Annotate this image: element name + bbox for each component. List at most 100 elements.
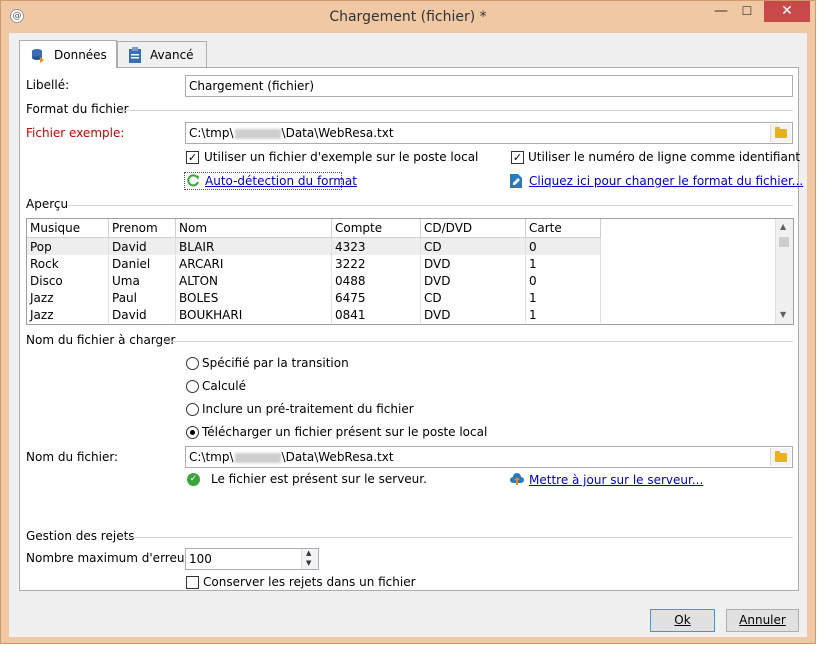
use-line-number-label: Utiliser le numéro de ligne comme identi… <box>528 150 801 164</box>
table-cell: ALTON <box>175 272 332 289</box>
auto-detect-link[interactable]: Auto-détection du format <box>205 174 357 188</box>
table-cell: Paul <box>108 289 176 306</box>
col-header[interactable]: Compte <box>331 219 421 238</box>
scroll-up-arrow-icon[interactable]: ▲ <box>780 222 786 231</box>
table-cell: 0 <box>525 272 601 289</box>
table-cell: Uma <box>108 272 176 289</box>
table-cell: 3222 <box>331 255 421 272</box>
cancel-button[interactable]: Annuler <box>726 609 799 632</box>
close-button[interactable]: ✕ <box>764 1 810 22</box>
table-cell: BLAIR <box>175 237 332 255</box>
preview-header-row: Musique Prenom Nom Compte CD/DVD Carte <box>27 219 601 238</box>
redacted-segment <box>234 128 281 139</box>
format-section-title: Format du fichier <box>26 102 129 116</box>
table-cell: DVD <box>420 255 526 272</box>
table-cell: David <box>108 306 176 323</box>
keep-rejects-label: Conserver les rejets dans un fichier <box>203 575 416 589</box>
col-header[interactable]: CD/DVD <box>420 219 526 238</box>
use-line-number-checkbox[interactable]: ✓ <box>511 151 524 164</box>
cancel-button-label: Annuler <box>739 613 786 627</box>
table-row[interactable]: Rock Daniel ARCARI 3222 DVD 1 <box>27 255 601 272</box>
table-row[interactable]: Jazz David BOUKHARI 0841 DVD 1 <box>27 306 601 323</box>
radio-calculated-label: Calculé <box>202 379 246 393</box>
file-status-text: Le fichier est présent sur le serveur. <box>211 472 427 486</box>
browse-sample-button[interactable] <box>770 124 791 142</box>
radio-preprocess[interactable] <box>186 403 199 416</box>
table-row[interactable]: Pop David BLAIR 4323 CD 0 <box>27 237 601 255</box>
radio-upload-local[interactable] <box>186 426 199 439</box>
preview-scrollbar[interactable]: ▲ ▼ <box>775 219 793 324</box>
table-cell: Daniel <box>108 255 176 272</box>
refresh-icon <box>187 174 199 187</box>
load-section-divider <box>163 341 793 342</box>
table-cell: CD <box>420 289 526 306</box>
tab-panel-donnees <box>19 67 799 591</box>
tab-avance[interactable]: Avancé <box>117 41 207 67</box>
scroll-thumb[interactable] <box>779 237 789 247</box>
col-header[interactable]: Carte <box>525 219 601 238</box>
table-cell: Jazz <box>27 289 109 306</box>
col-header[interactable]: Musique <box>27 219 109 238</box>
table-cell: Rock <box>27 255 109 272</box>
table-cell: CD <box>420 237 526 255</box>
folder-icon <box>775 451 787 462</box>
table-cell: 0841 <box>331 306 421 323</box>
table-cell: Disco <box>27 272 109 289</box>
table-cell: BOUKHARI <box>175 306 332 323</box>
spin-down-icon[interactable]: ▼ <box>306 559 311 568</box>
maximize-button[interactable]: ☐ <box>734 1 760 22</box>
max-errors-input[interactable]: 100 ▲ ▼ <box>185 548 319 570</box>
table-cell: Jazz <box>27 306 109 323</box>
table-row[interactable]: Disco Uma ALTON 0488 DVD 0 <box>27 272 601 289</box>
title-bar[interactable]: @ Chargement (fichier) * — ☐ ✕ <box>1 1 815 33</box>
scroll-down-arrow-icon[interactable]: ▼ <box>780 310 786 319</box>
minimize-button[interactable]: — <box>708 1 734 22</box>
tab-avance-label: Avancé <box>150 47 194 62</box>
radio-preprocess-label: Inclure un pré-traitement du fichier <box>202 402 414 416</box>
update-server-link[interactable]: Mettre à jour sur le serveur... <box>529 473 703 487</box>
window-title: Chargement (fichier) * <box>329 9 487 25</box>
ok-button-label: Ok <box>674 613 691 627</box>
table-cell: David <box>108 237 176 255</box>
browse-file-button[interactable] <box>770 448 791 466</box>
check-circle-icon: ✓ <box>187 473 200 486</box>
keep-rejects-checkbox[interactable] <box>186 576 199 589</box>
max-errors-value: 100 <box>189 552 212 566</box>
table-cell: 6475 <box>331 289 421 306</box>
table-cell: DVD <box>420 306 526 323</box>
libelle-input[interactable]: Chargement (fichier) <box>185 75 793 97</box>
load-section-title: Nom du fichier à charger <box>26 333 176 347</box>
max-errors-stepper[interactable]: ▲ ▼ <box>301 549 318 569</box>
radio-calculated[interactable] <box>186 380 199 393</box>
table-cell: 4323 <box>331 237 421 255</box>
tab-donnees-label: Données <box>54 47 107 62</box>
col-header[interactable]: Prenom <box>108 219 176 238</box>
document-edit-icon <box>510 174 522 188</box>
table-cell: Pop <box>27 237 109 255</box>
ok-button[interactable]: Ok <box>650 609 715 632</box>
table-cell: BOLES <box>175 289 332 306</box>
file-name-input[interactable]: C:\tmp\ \Data\WebResa.txt <box>185 446 793 468</box>
radio-transition-label: Spécifié par la transition <box>202 356 349 370</box>
change-format-link[interactable]: Cliquez ici pour changer le format du fi… <box>529 174 803 188</box>
use-local-sample-checkbox[interactable]: ✓ <box>186 151 199 164</box>
tab-donnees[interactable]: Données <box>19 40 117 68</box>
file-path-prefix: C:\tmp\ <box>189 450 234 464</box>
radio-transition[interactable] <box>186 357 199 370</box>
preview-grid[interactable]: Musique Prenom Nom Compte CD/DVD Carte P… <box>26 218 794 325</box>
table-cell: 1 <box>525 306 601 323</box>
col-header[interactable]: Nom <box>175 219 332 238</box>
format-section-divider <box>120 110 793 111</box>
libelle-label: Libellé: <box>26 78 70 92</box>
preview-section-title: Aperçu <box>26 197 69 211</box>
spin-up-icon[interactable]: ▲ <box>306 549 311 558</box>
table-row[interactable]: Jazz Paul BOLES 6475 CD 1 <box>27 289 601 306</box>
clipboard-icon <box>129 46 141 63</box>
file-path-suffix: \Data\WebResa.txt <box>281 450 394 464</box>
table-cell: DVD <box>420 272 526 289</box>
table-cell: 0 <box>525 237 601 255</box>
sample-file-input[interactable]: C:\tmp\ \Data\WebResa.txt <box>185 122 793 144</box>
sample-file-label: Fichier exemple: <box>26 126 125 140</box>
radio-upload-local-label: Télécharger un fichier présent sur le po… <box>202 425 488 439</box>
preview-section-divider <box>68 205 793 206</box>
